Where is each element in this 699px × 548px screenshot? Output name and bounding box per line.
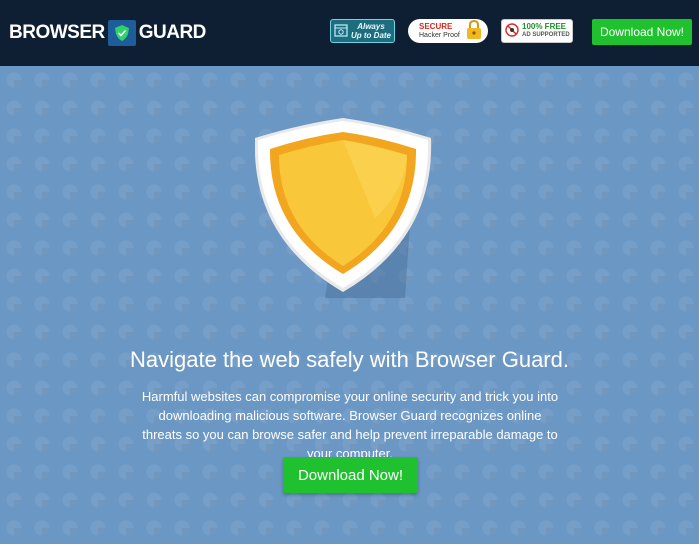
hero-download-button[interactable]: Download Now! (283, 457, 418, 493)
free-sub: AD SUPPORTED (522, 32, 570, 38)
always-up-to-date-badge: Always Up to Date (330, 19, 395, 43)
site-header: BROWSER GUARD Always Up to Date SECURE H… (0, 0, 699, 66)
secure-sub: Hacker Proof (419, 32, 460, 39)
secure-hacker-proof-badge: SECURE Hacker Proof (408, 19, 488, 43)
hero-headline: Navigate the web safely with Browser Gua… (130, 347, 569, 372)
free-title: 100% FREE (522, 22, 567, 31)
shield-check-icon (107, 20, 136, 46)
page-bottom-strip (0, 544, 699, 548)
uptodate-line1: Always (357, 22, 385, 31)
logo-text-browser: BROWSER (9, 22, 105, 43)
logo-text-guard: GUARD (138, 22, 207, 43)
padlock-icon (466, 19, 482, 42)
browser-guard-logo[interactable]: BROWSER GUARD (9, 19, 206, 47)
free-ad-supported-badge: 100% FREE AD SUPPORTED (501, 19, 573, 43)
secure-title: SECURE (419, 22, 453, 31)
header-download-button[interactable]: Download Now! (592, 19, 692, 45)
hero-section: Navigate the web safely with Browser Gua… (0, 66, 699, 544)
calendar-refresh-icon (334, 23, 348, 39)
shield-icon (255, 118, 432, 298)
no-virus-icon (505, 23, 519, 39)
uptodate-line2: Up to Date (351, 31, 391, 40)
hero-description: Harmful websites can compromise your onl… (141, 389, 559, 461)
